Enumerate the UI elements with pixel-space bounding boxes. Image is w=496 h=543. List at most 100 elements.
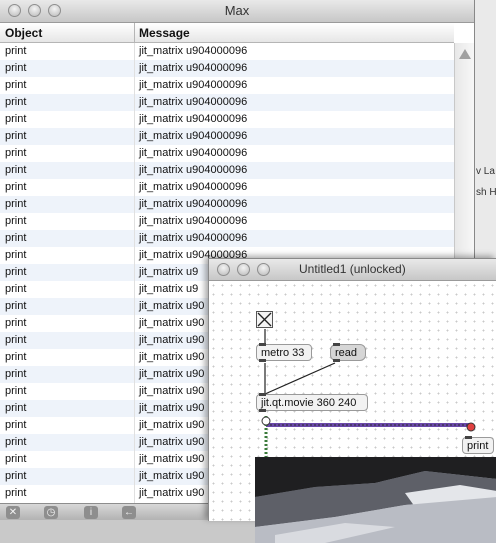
toggle-x-icon bbox=[257, 312, 272, 327]
read-outlet[interactable] bbox=[333, 359, 340, 362]
row-message-cell: jit_matrix u9 bbox=[139, 283, 199, 295]
row-object-cell: print bbox=[5, 232, 27, 244]
table-row[interactable]: print jit_matrix u904000096 bbox=[0, 230, 454, 247]
cord-read-to-movie[interactable] bbox=[264, 362, 336, 395]
row-object-cell: print bbox=[5, 453, 27, 465]
row-object-cell: print bbox=[5, 300, 27, 312]
cord-junction-right bbox=[466, 422, 476, 432]
row-object-cell: print bbox=[5, 113, 27, 125]
row-message-cell: jit_matrix u90 bbox=[139, 470, 205, 482]
clock-icon[interactable]: ◷ bbox=[44, 506, 58, 519]
row-message-cell: jit_matrix u90 bbox=[139, 351, 205, 363]
row-message-cell: jit_matrix u904000096 bbox=[139, 215, 248, 227]
max-titlebar[interactable]: Max bbox=[0, 0, 474, 23]
table-row[interactable]: print jit_matrix u904000096 bbox=[0, 196, 454, 213]
read-inlet[interactable] bbox=[333, 343, 340, 346]
table-row[interactable]: print jit_matrix u904000096 bbox=[0, 145, 454, 162]
patcher-zoom-button[interactable] bbox=[257, 263, 270, 276]
row-message-cell: jit_matrix u904000096 bbox=[139, 96, 248, 108]
row-object-cell: print bbox=[5, 266, 27, 278]
patcher-canvas[interactable]: metro 33 read jit.qt.movie 360 240 print bbox=[209, 281, 496, 543]
row-message-cell: jit_matrix u90 bbox=[139, 402, 205, 414]
row-message-cell: jit_matrix u904000096 bbox=[139, 62, 248, 74]
row-column-divider bbox=[134, 43, 135, 503]
row-message-cell: jit_matrix u90 bbox=[139, 436, 205, 448]
row-object-cell: print bbox=[5, 45, 27, 57]
row-message-cell: jit_matrix u904000096 bbox=[139, 232, 248, 244]
metro-object-label: metro 33 bbox=[261, 347, 305, 359]
column-divider[interactable] bbox=[134, 23, 135, 43]
row-object-cell: print bbox=[5, 198, 27, 210]
patcher-window: Untitled1 (unlocked) metro 33 read jit.q… bbox=[208, 258, 496, 543]
row-message-cell: jit_matrix u90 bbox=[139, 334, 205, 346]
table-row[interactable]: print jit_matrix u904000096 bbox=[0, 43, 454, 60]
row-message-cell: jit_matrix u904000096 bbox=[139, 45, 248, 57]
column-header-object[interactable]: Object bbox=[5, 26, 42, 40]
patcher-minimize-button[interactable] bbox=[237, 263, 250, 276]
row-object-cell: print bbox=[5, 147, 27, 159]
movie-outlet[interactable] bbox=[259, 409, 266, 412]
cord-junction-left bbox=[261, 416, 271, 426]
row-object-cell: print bbox=[5, 164, 27, 176]
row-message-cell: jit_matrix u90 bbox=[139, 419, 205, 431]
row-message-cell: jit_matrix u90 bbox=[139, 300, 205, 312]
row-message-cell: jit_matrix u904000096 bbox=[139, 147, 248, 159]
print-object-label: print bbox=[467, 440, 489, 452]
info-icon[interactable]: i bbox=[84, 506, 98, 519]
table-row[interactable]: print jit_matrix u904000096 bbox=[0, 77, 454, 94]
background-window-text-2: sh H bbox=[476, 187, 496, 198]
row-message-cell: jit_matrix u90 bbox=[139, 385, 205, 397]
metro-outlet[interactable] bbox=[259, 359, 266, 362]
row-object-cell: print bbox=[5, 487, 27, 499]
row-message-cell: jit_matrix u904000096 bbox=[139, 79, 248, 91]
row-message-cell: jit_matrix u904000096 bbox=[139, 130, 248, 142]
read-message-label: read bbox=[335, 347, 358, 359]
row-object-cell: print bbox=[5, 62, 27, 74]
column-header-message[interactable]: Message bbox=[139, 26, 190, 40]
row-object-cell: print bbox=[5, 79, 27, 91]
table-row[interactable]: print jit_matrix u904000096 bbox=[0, 179, 454, 196]
print-object[interactable]: print bbox=[462, 436, 494, 454]
back-arrow-icon[interactable]: ← bbox=[122, 506, 136, 519]
row-object-cell: print bbox=[5, 334, 27, 346]
table-row[interactable]: print jit_matrix u904000096 bbox=[0, 162, 454, 179]
row-message-cell: jit_matrix u904000096 bbox=[139, 181, 248, 193]
row-message-cell: jit_matrix u90 bbox=[139, 487, 205, 499]
row-object-cell: print bbox=[5, 385, 27, 397]
row-object-cell: print bbox=[5, 181, 27, 193]
background-window[interactable] bbox=[474, 0, 496, 270]
bang-toggle-button[interactable] bbox=[256, 311, 273, 328]
clear-icon[interactable]: ✕ bbox=[6, 506, 20, 519]
row-message-cell: jit_matrix u904000096 bbox=[139, 164, 248, 176]
row-object-cell: print bbox=[5, 436, 27, 448]
row-object-cell: print bbox=[5, 317, 27, 329]
row-message-cell: jit_matrix u90 bbox=[139, 368, 205, 380]
row-message-cell: jit_matrix u90 bbox=[139, 317, 205, 329]
scroll-up-arrow-icon[interactable] bbox=[459, 49, 471, 59]
row-object-cell: print bbox=[5, 402, 27, 414]
metro-object[interactable]: metro 33 bbox=[256, 343, 312, 362]
row-object-cell: print bbox=[5, 470, 27, 482]
video-display-pwindow[interactable] bbox=[255, 457, 496, 543]
jit-qt-movie-label: jit.qt.movie 360 240 bbox=[261, 397, 357, 409]
read-message-box[interactable]: read bbox=[330, 343, 366, 362]
metro-inlet[interactable] bbox=[259, 343, 266, 346]
movie-inlet[interactable] bbox=[259, 393, 266, 396]
background-window-text-1: v La bbox=[476, 166, 495, 177]
print-inlet[interactable] bbox=[465, 436, 472, 439]
row-object-cell: print bbox=[5, 283, 27, 295]
table-row[interactable]: print jit_matrix u904000096 bbox=[0, 213, 454, 230]
row-object-cell: print bbox=[5, 96, 27, 108]
table-row[interactable]: print jit_matrix u904000096 bbox=[0, 94, 454, 111]
video-frame-image bbox=[255, 457, 496, 543]
table-row[interactable]: print jit_matrix u904000096 bbox=[0, 111, 454, 128]
patcher-titlebar[interactable]: Untitled1 (unlocked) bbox=[209, 259, 496, 281]
jit-qt-movie-object[interactable]: jit.qt.movie 360 240 bbox=[256, 393, 368, 412]
patcher-close-button[interactable] bbox=[217, 263, 230, 276]
row-message-cell: jit_matrix u90 bbox=[139, 453, 205, 465]
patcher-title: Untitled1 (unlocked) bbox=[299, 262, 406, 276]
table-row[interactable]: print jit_matrix u904000096 bbox=[0, 128, 454, 145]
column-header: Object Message bbox=[0, 23, 454, 43]
row-message-cell: jit_matrix u904000096 bbox=[139, 198, 248, 210]
table-row[interactable]: print jit_matrix u904000096 bbox=[0, 60, 454, 77]
